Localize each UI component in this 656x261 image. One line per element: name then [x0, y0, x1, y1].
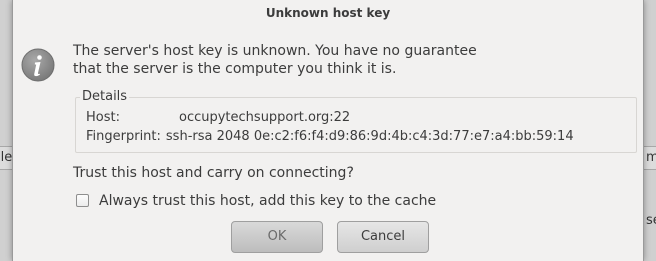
cancel-button[interactable]: Cancel	[337, 221, 429, 253]
background-right-lower-text: se	[646, 213, 656, 228]
host-row: Host: occupytechsupport.org:22	[86, 110, 350, 126]
trust-question: Trust this host and carry on connecting?	[73, 165, 354, 181]
message-line-1: The server's host key is unknown. You ha…	[73, 43, 477, 59]
fingerprint-value: ssh-rsa 2048 0e:c2:f6:f4:d9:86:9d:4b:c4:…	[165, 129, 574, 144]
host-label: Host:	[86, 110, 120, 125]
background-right-field: m	[643, 146, 656, 170]
dialog-message: The server's host key is unknown. You ha…	[73, 42, 477, 78]
fingerprint-row: Fingerprint: ssh-rsa 2048 0e:c2:f6:f4:d9:…	[86, 129, 574, 145]
details-legend: Details	[80, 89, 130, 105]
unknown-host-key-dialog: Unknown host key The server's host key i…	[12, 0, 644, 261]
ok-button[interactable]: OK	[231, 221, 323, 253]
message-line-2: that the server is the computer you thin…	[73, 61, 397, 77]
background-right-text: m	[646, 147, 656, 169]
details-frame: Details Host: occupytechsupport.org:22 F…	[75, 89, 637, 153]
dialog-title: Unknown host key	[265, 6, 391, 20]
info-icon	[21, 48, 55, 82]
always-trust-label[interactable]: Always trust this host, add this key to …	[99, 192, 436, 210]
background-left-text: ile	[0, 150, 13, 165]
fingerprint-label: Fingerprint:	[86, 129, 161, 144]
host-value: occupytechsupport.org:22	[179, 110, 351, 125]
always-trust-checkbox[interactable]	[76, 194, 89, 207]
